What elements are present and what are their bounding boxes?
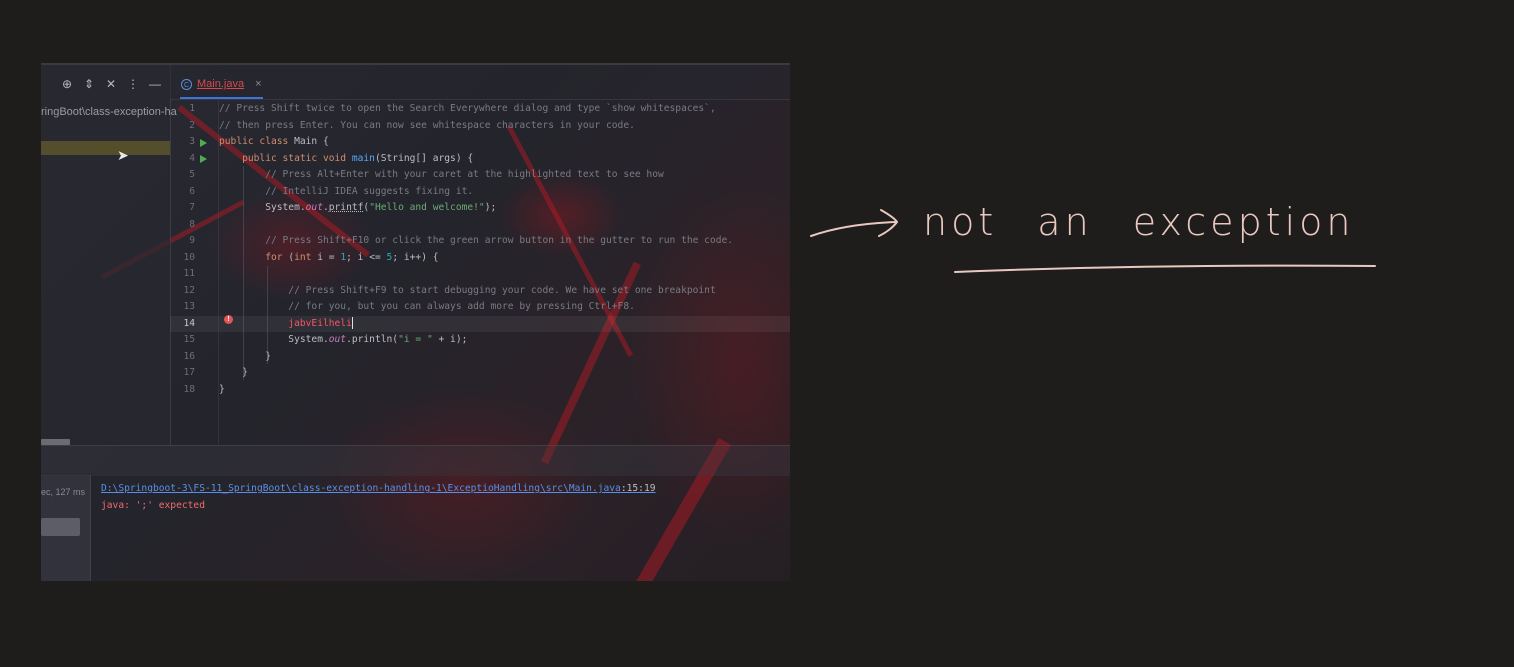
line-number: 11 — [183, 268, 195, 279]
line-number: 17 — [183, 367, 195, 378]
code-line-6: // IntelliJ IDEA suggests fixing it. — [219, 184, 473, 201]
line-number: 4 — [189, 152, 195, 164]
line-number: 15 — [183, 334, 195, 345]
build-time: ec, 127 ms — [41, 487, 86, 497]
code-editor[interactable]: // Press Shift twice to open the Search … — [219, 100, 790, 445]
build-tree: ec, 127 ms — [41, 475, 91, 581]
code-text: (String[] args) { — [374, 152, 474, 164]
code-line-7: System.out.printf("Hello and welcome!"); — [219, 200, 496, 217]
line-number: 1 — [189, 103, 195, 114]
project-panel: ⊕ ⇕ ✕ ⋮ — ringBoot\class-exception-ha ➤ — [41, 65, 177, 445]
code-text: i = — [317, 251, 341, 263]
comment: // IntelliJ IDEA suggests fixing it. — [219, 185, 474, 197]
tab-main-java[interactable]: C Main.java × — [180, 71, 263, 99]
comment: // Press Alt+Enter with your caret at th… — [219, 169, 664, 180]
selected-tree-row[interactable] — [41, 141, 170, 155]
line-number: 2 — [189, 119, 195, 131]
comment: // Press Shift+F9 to start debugging you… — [219, 284, 716, 296]
code-line-12: // Press Shift+F9 to start debugging you… — [219, 283, 716, 300]
code-line-13: // for you, but you can always add more … — [219, 299, 635, 316]
code-text: } — [219, 350, 271, 362]
project-panel-toolbar: ⊕ ⇕ ✕ ⋮ — — [61, 75, 161, 93]
editor-tab-bar: C Main.java × — [170, 65, 790, 100]
error-token: jabvEilheli — [288, 317, 352, 329]
string-literal: "Hello and welcome!" — [369, 202, 485, 213]
comment: // then press Enter. You can now see whi… — [219, 119, 635, 131]
code-line-17: } — [219, 365, 248, 382]
code-line-3: public class Main { — [219, 134, 329, 151]
annotation-text: not an exception — [923, 200, 1355, 244]
line-number: 5 — [189, 169, 195, 180]
line-number: 9 — [189, 235, 195, 246]
error-path[interactable]: D:\Springboot-3\FS-11_SpringBoot\class-e… — [101, 483, 621, 494]
keyword: int — [294, 251, 318, 263]
line-number: 18 — [183, 383, 195, 395]
line-number: 16 — [183, 350, 195, 362]
line-number: 12 — [183, 284, 195, 296]
code-text: .println( — [346, 334, 399, 345]
static-field: out — [328, 334, 347, 345]
string-literal: "i = " — [398, 334, 433, 345]
code-text: ); — [484, 202, 497, 213]
project-path[interactable]: ringBoot\class-exception-ha — [41, 106, 177, 118]
comment: // Press Shift twice to open the Search … — [219, 103, 716, 114]
error-file-link[interactable]: D:\Springboot-3\FS-11_SpringBoot\class-e… — [101, 483, 656, 494]
code-line-9: // Press Shift+F10 or click the green ar… — [219, 233, 733, 250]
mouse-cursor-icon: ➤ — [117, 147, 129, 163]
run-icon[interactable] — [200, 155, 207, 163]
crosshair-icon[interactable]: ⊕ — [61, 75, 73, 93]
code-text: System. — [219, 202, 306, 213]
comment: // Press Shift+F10 or click the green ar… — [219, 235, 734, 246]
comment: // for you, but you can always add more … — [219, 301, 635, 312]
more-vertical-icon[interactable]: ⋮ — [127, 75, 139, 93]
code-text: ; i <= — [346, 251, 387, 263]
code-line-2: // then press Enter. You can now see whi… — [219, 118, 635, 135]
build-panel-header — [41, 445, 790, 476]
code-line-14: jabvEilheli — [219, 316, 353, 333]
text-caret — [351, 316, 353, 329]
error-message: java: ';' expected — [101, 500, 205, 511]
class-name: Main { — [294, 136, 329, 147]
editor-gutter: 1 2 3 4 5 6 7 8 9 10 11 12 13 14 15 16 1… — [170, 100, 233, 445]
code-text: + i); — [432, 334, 468, 345]
code-text: } — [219, 383, 225, 395]
code-line-1: // Press Shift twice to open the Search … — [219, 101, 716, 118]
code-line-10: for (int i = 1; i <= 5; i++) { — [219, 250, 439, 267]
close-icon[interactable]: × — [255, 78, 261, 90]
line-number: 3 — [189, 136, 195, 147]
line-number: 7 — [189, 202, 195, 213]
code-line-16: } — [219, 349, 271, 366]
line-number: 13 — [183, 301, 195, 312]
code-line-4: public static void main(String[] args) { — [219, 151, 473, 168]
code-line-5: // Press Alt+Enter with your caret at th… — [219, 167, 664, 184]
minimize-icon[interactable]: — — [149, 75, 161, 93]
collapse-all-icon[interactable]: ✕ — [105, 75, 117, 93]
code-text: ; i++) { — [392, 251, 439, 263]
build-output: D:\Springboot-3\FS-11_SpringBoot\class-e… — [90, 475, 790, 581]
build-tree-item[interactable] — [41, 518, 80, 536]
code-text: System. — [219, 334, 329, 345]
line-number: 14 — [183, 317, 195, 329]
keyword: public class — [219, 136, 295, 147]
handwritten-annotation: not an exception — [805, 180, 1475, 290]
java-class-icon: C — [181, 78, 192, 90]
method-call: printf — [328, 202, 364, 213]
ide-window: ⊕ ⇕ ✕ ⋮ — ringBoot\class-exception-ha ➤ … — [41, 63, 790, 581]
code-line-15: System.out.println("i = " + i); — [219, 332, 467, 349]
keyword: public static void — [219, 152, 352, 164]
line-number: 6 — [189, 185, 195, 197]
code-line-18: } — [219, 382, 225, 399]
line-number: 8 — [189, 218, 195, 230]
keyword: for — [219, 251, 289, 263]
code-text: } — [219, 367, 248, 378]
line-number: 10 — [183, 251, 195, 263]
error-position: :15:19 — [620, 483, 656, 494]
static-field: out — [305, 202, 323, 213]
run-icon[interactable] — [200, 139, 207, 147]
method-name: main — [351, 152, 375, 164]
tab-label: Main.java — [197, 78, 245, 90]
expand-collapse-icon[interactable]: ⇕ — [83, 75, 95, 93]
